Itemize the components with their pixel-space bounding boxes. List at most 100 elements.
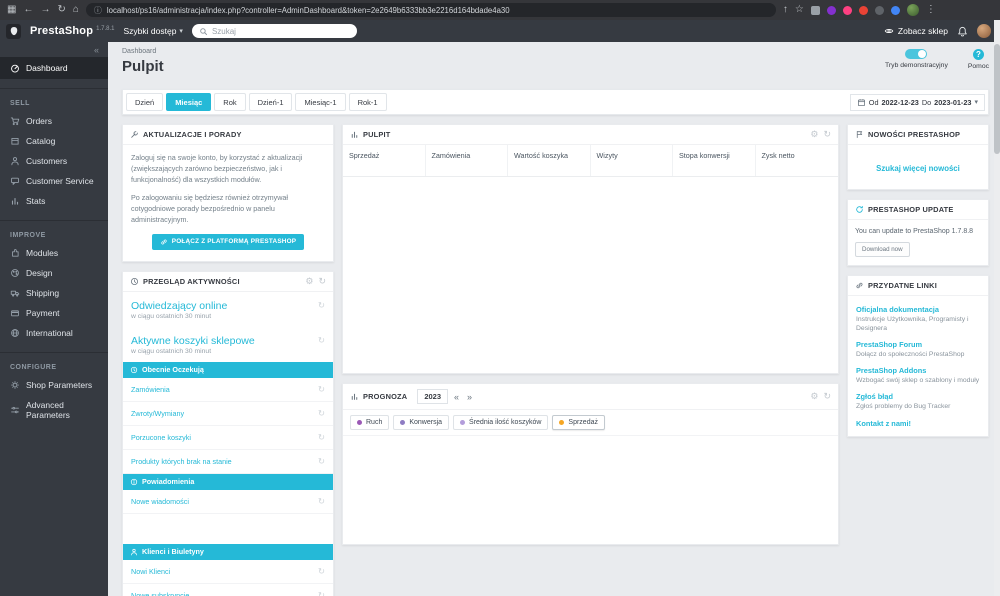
sidebar-item-orders[interactable]: Orders xyxy=(0,111,108,131)
new-customers-link[interactable]: Nowi Klienci ↻ xyxy=(123,560,333,584)
link-contact-us[interactable]: Kontakt z nami! xyxy=(848,414,988,430)
link-report-bug[interactable]: Zgłoś błąd Zgłoś problemy do Bug Tracker xyxy=(848,387,988,413)
refresh-icon[interactable]: ↻ xyxy=(318,590,325,596)
kpi-column-visits[interactable]: Wizyty xyxy=(591,145,673,176)
view-shop-link[interactable]: Zobacz sklep xyxy=(884,26,948,36)
filter-day-1-button[interactable]: Dzień-1 xyxy=(248,93,293,111)
prestashop-logo-tile[interactable] xyxy=(6,23,21,39)
date-range-picker[interactable]: Od 2022-12-23 Do 2023-01-23 ▾ xyxy=(849,93,985,111)
sidebar-item-advanced-parameters[interactable]: Advanced Parameters xyxy=(0,395,108,425)
search-input[interactable] xyxy=(211,26,350,36)
breadcrumb[interactable]: Dashboard xyxy=(122,48,164,55)
updates-paragraph: Po zalogowaniu się będziesz również otrz… xyxy=(131,193,288,224)
sidebar-item-dashboard[interactable]: Dashboard xyxy=(0,57,108,79)
panel-refresh-icon[interactable]: ↻ xyxy=(823,130,831,139)
link-prestashop-addons[interactable]: PrestaShop Addons Wzbogać swój sklep o s… xyxy=(848,361,988,387)
legend-dot xyxy=(400,420,406,425)
link-official-documentation[interactable]: Oficjalna dokumentacja Instrukcje Użytko… xyxy=(848,300,988,335)
abandoned-carts-link[interactable]: Porzucone koszyki ↻ xyxy=(123,426,333,450)
returns-exchanges-link[interactable]: Zwroty/Wymiany ↻ xyxy=(123,402,333,426)
notifications-bell-icon[interactable] xyxy=(957,26,968,37)
filter-month-button[interactable]: Miesiąc xyxy=(166,93,212,111)
panel-refresh-icon[interactable]: ↻ xyxy=(318,276,326,286)
update-available-text: You can update to PrestaShop 1.7.8.8 xyxy=(855,228,974,235)
tab-grid-icon[interactable]: ▦ xyxy=(7,5,16,15)
refresh-icon[interactable]: ↻ xyxy=(318,432,325,443)
refresh-icon[interactable]: ↻ xyxy=(318,335,325,346)
more-news-link[interactable]: Szukaj więcej nowości xyxy=(876,164,960,173)
site-info-icon[interactable]: ⓘ xyxy=(94,5,102,16)
kpi-column-orders[interactable]: Zamówienia xyxy=(426,145,508,176)
sidebar-collapse-icon[interactable]: « xyxy=(94,45,99,55)
filter-year-1-button[interactable]: Rok-1 xyxy=(348,93,387,111)
back-icon[interactable]: ← xyxy=(23,5,33,15)
extension-icon[interactable] xyxy=(842,5,852,15)
filter-year-button[interactable]: Rok xyxy=(214,93,246,111)
updates-tips-panel: AKTUALIZACJE I PORADY Zaloguj się na swo… xyxy=(122,124,334,262)
kpi-column-conversion-rate[interactable]: Stopa konwersji xyxy=(673,145,756,176)
share-icon[interactable]: ↑ xyxy=(783,5,788,15)
refresh-icon[interactable]: ↻ xyxy=(318,384,325,395)
browser-profile-avatar[interactable] xyxy=(906,4,919,16)
pending-orders-link[interactable]: Zamówienia ↻ xyxy=(123,378,333,402)
new-subscriptions-link[interactable]: Nowe subskrypcje ↻ xyxy=(123,584,333,596)
forecast-prev-icon[interactable]: « xyxy=(452,392,461,402)
legend-conversion-button[interactable]: Konwersja xyxy=(393,415,450,430)
extension-icon[interactable] xyxy=(858,5,868,15)
forward-icon[interactable]: → xyxy=(40,5,50,15)
kpi-column-sales[interactable]: Sprzedaż xyxy=(343,145,426,176)
online-visitors-link[interactable]: Odwiedzający online xyxy=(131,300,227,312)
browser-menu-icon[interactable]: ⋮ xyxy=(926,5,936,15)
bookmark-star-icon[interactable]: ☆ xyxy=(795,5,804,15)
new-messages-link[interactable]: Nowe wiadomości ↻ xyxy=(123,490,333,514)
sidebar-item-design[interactable]: Design xyxy=(0,263,108,283)
sidebar-item-international[interactable]: International xyxy=(0,323,108,343)
scrollbar-thumb[interactable] xyxy=(994,44,1000,154)
extension-icon[interactable] xyxy=(890,5,900,15)
sidebar-item-shipping[interactable]: Shipping xyxy=(0,283,108,303)
sidebar-item-modules[interactable]: Modules xyxy=(0,243,108,263)
refresh-icon[interactable]: ↻ xyxy=(318,300,325,311)
active-carts-link[interactable]: Aktywne koszyki sklepowe xyxy=(131,335,255,347)
toggle-switch[interactable] xyxy=(905,49,928,59)
filter-month-1-button[interactable]: Miesiąc-1 xyxy=(295,93,346,111)
extension-icon[interactable] xyxy=(810,5,820,15)
connect-prestashop-button[interactable]: POŁĄCZ Z PLATFORMĄ PRESTASHOP xyxy=(151,233,305,250)
legend-traffic-button[interactable]: Ruch xyxy=(350,415,390,430)
url-bar[interactable]: ⓘ localhost/ps16/administracja/index.php… xyxy=(85,3,776,17)
sidebar-item-stats[interactable]: Stats xyxy=(0,191,108,211)
panel-refresh-icon[interactable]: ↻ xyxy=(823,392,831,401)
download-now-button[interactable]: Download now xyxy=(855,241,910,257)
sidebar-item-shop-parameters[interactable]: Shop Parameters xyxy=(0,375,108,395)
sidebar-item-payment[interactable]: Payment xyxy=(0,303,108,323)
home-icon[interactable]: ⌂ xyxy=(73,5,79,15)
forecast-year-select[interactable]: 2023 xyxy=(417,389,448,404)
extension-icon[interactable] xyxy=(826,5,836,15)
clock-icon xyxy=(131,277,138,285)
quick-access-menu[interactable]: Szybki dostęp ▾ xyxy=(124,26,183,36)
refresh-icon[interactable]: ↻ xyxy=(318,566,325,577)
page-scrollbar[interactable] xyxy=(994,20,1000,596)
forecast-next-icon[interactable]: » xyxy=(465,392,474,402)
sidebar-item-customers[interactable]: Customers xyxy=(0,151,108,171)
panel-settings-icon[interactable]: ⚙ xyxy=(810,130,818,139)
refresh-icon[interactable]: ↻ xyxy=(318,456,325,467)
sidebar-item-customer-service[interactable]: Customer Service xyxy=(0,171,108,191)
filter-day-button[interactable]: Dzień xyxy=(126,93,164,111)
user-avatar[interactable] xyxy=(977,24,991,38)
out-of-stock-link[interactable]: Produkty których brak na stanie ↻ xyxy=(123,450,333,474)
sidebar-item-catalog[interactable]: Catalog xyxy=(0,131,108,151)
extension-icon[interactable] xyxy=(874,5,884,15)
kpi-column-net-profit[interactable]: Zysk netto xyxy=(756,145,839,176)
panel-settings-icon[interactable]: ⚙ xyxy=(305,276,313,286)
panel-settings-icon[interactable]: ⚙ xyxy=(810,392,818,401)
legend-sales-button[interactable]: Sprzedaż xyxy=(552,415,605,430)
refresh-icon[interactable]: ↻ xyxy=(318,408,325,419)
help-button[interactable]: ? Pomoc xyxy=(968,49,989,70)
legend-average-cart-button[interactable]: Średnia ilość koszyków xyxy=(453,415,549,430)
refresh-icon[interactable]: ↻ xyxy=(318,496,325,507)
demo-mode-toggle[interactable]: Tryb demonstracyjny xyxy=(885,49,948,70)
reload-icon[interactable]: ↻ xyxy=(57,5,65,15)
link-prestashop-forum[interactable]: PrestaShop Forum Dołącz do społeczności … xyxy=(848,335,988,361)
kpi-column-cart-value[interactable]: Wartość koszyka xyxy=(508,145,591,176)
